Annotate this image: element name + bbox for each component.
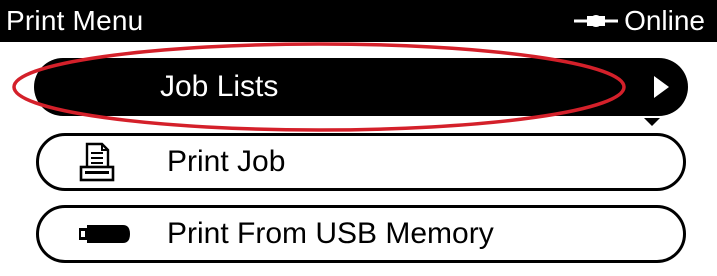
status-label: Online [624, 5, 705, 36]
title-bar: Print Menu Online [0, 0, 717, 42]
scroll-down-icon[interactable] [643, 117, 661, 127]
menu-item-print-from-usb[interactable]: Print From USB Memory [36, 205, 686, 263]
menu-item-label: Print Job [167, 145, 286, 178]
page-title: Print Menu [6, 5, 144, 36]
connection-plug-icon [574, 15, 619, 27]
chevron-right-icon [654, 76, 669, 98]
menu-item-label: Print From USB Memory [167, 217, 494, 250]
menu-item-job-lists[interactable]: Job Lists [34, 58, 688, 116]
menu-item-label: Job Lists [160, 70, 279, 103]
printer-screen: Print Menu Online Job Lists Print Job Pr… [0, 0, 717, 276]
document-printer-icon [79, 142, 115, 182]
menu-item-print-job[interactable]: Print Job [36, 133, 686, 191]
usb-memory-icon [79, 225, 130, 243]
connection-status: Online [574, 4, 705, 38]
